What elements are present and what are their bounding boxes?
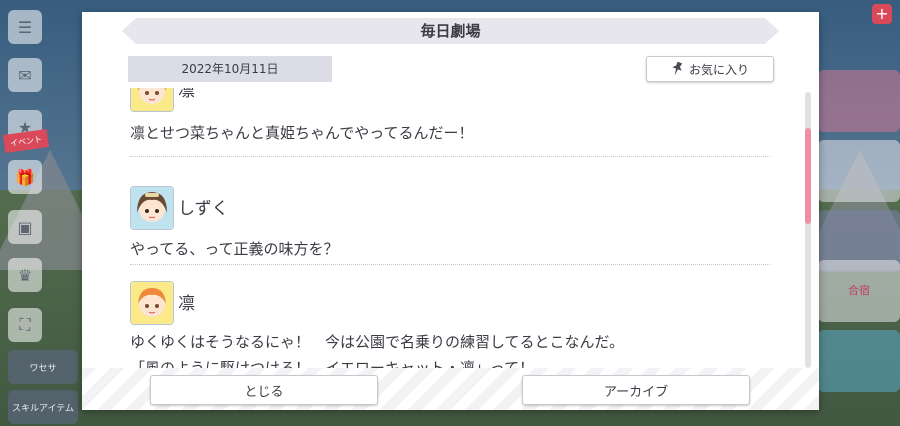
date-label: 2022年10月11日 bbox=[128, 56, 332, 82]
dialogue-line: ゆくゆくはそうなるにゃ！ 今は公園で名乗りの練習してるとこなんだ。 bbox=[130, 333, 625, 351]
daily-theater-dialog: 毎日劇場 2022年10月11日 お気に入り 凛 凛とせつ菜ちゃんと真姫ちゃんで… bbox=[82, 12, 819, 410]
dialogue-feed[interactable]: 凛 凛とせつ菜ちゃんと真姫ちゃんでやってるんだー！ しずく やってる、って正義の… bbox=[82, 88, 819, 376]
speaker-name: 凛 bbox=[178, 294, 195, 314]
scrollbar[interactable] bbox=[805, 92, 811, 368]
avatar-rin bbox=[130, 281, 174, 325]
dialogue-entry: しずく やってる、って正義の味方を？ bbox=[130, 186, 770, 265]
right-tile-1[interactable] bbox=[818, 70, 900, 132]
dialogue-line: 凛とせつ菜ちゃんと真姫ちゃんでやってるんだー！ bbox=[130, 124, 474, 142]
monitor-icon[interactable]: ▣ bbox=[8, 210, 42, 244]
side-button-wasesa[interactable]: ワセサ bbox=[8, 350, 78, 384]
right-tile-training-camp[interactable]: 合宿 bbox=[818, 260, 900, 322]
favorite-button[interactable]: お気に入り bbox=[646, 56, 774, 82]
dialogue-line: やってる、って正義の味方を？ bbox=[130, 240, 339, 258]
pin-icon bbox=[672, 62, 683, 76]
scrollbar-thumb[interactable] bbox=[805, 128, 811, 224]
title-bar: 毎日劇場 bbox=[122, 18, 779, 44]
right-tile-2[interactable] bbox=[818, 140, 900, 202]
trophy-icon[interactable]: ♛ bbox=[8, 258, 42, 292]
chat-icon[interactable]: ✉ bbox=[8, 58, 42, 92]
right-tile-5[interactable] bbox=[818, 330, 900, 392]
avatar-rin bbox=[130, 88, 174, 112]
archive-button[interactable]: アーカイブ bbox=[522, 375, 750, 405]
close-button[interactable]: とじる bbox=[150, 375, 378, 405]
speaker-name: 凛 bbox=[178, 88, 195, 101]
add-currency-button[interactable]: + bbox=[872, 4, 892, 24]
fullscreen-icon[interactable]: ⛶ bbox=[8, 308, 42, 342]
dialogue-entry: 凛 凛とせつ菜ちゃんと真姫ちゃんでやってるんだー！ bbox=[130, 88, 770, 157]
side-button-skill-item[interactable]: スキルアイテム bbox=[8, 390, 78, 424]
gift-icon[interactable]: 🎁 bbox=[8, 160, 42, 194]
avatar-shizuku bbox=[130, 186, 174, 230]
speaker-name: しずく bbox=[178, 199, 229, 219]
favorite-label: お気に入り bbox=[688, 62, 749, 77]
menu-icon[interactable]: ☰ bbox=[8, 10, 42, 44]
dialog-title: 毎日劇場 bbox=[420, 22, 481, 40]
dialogue-entry: 凛 ゆくゆくはそうなるにゃ！ 今は公園で名乗りの練習してるとこなんだ。 「風のよ… bbox=[130, 281, 770, 376]
